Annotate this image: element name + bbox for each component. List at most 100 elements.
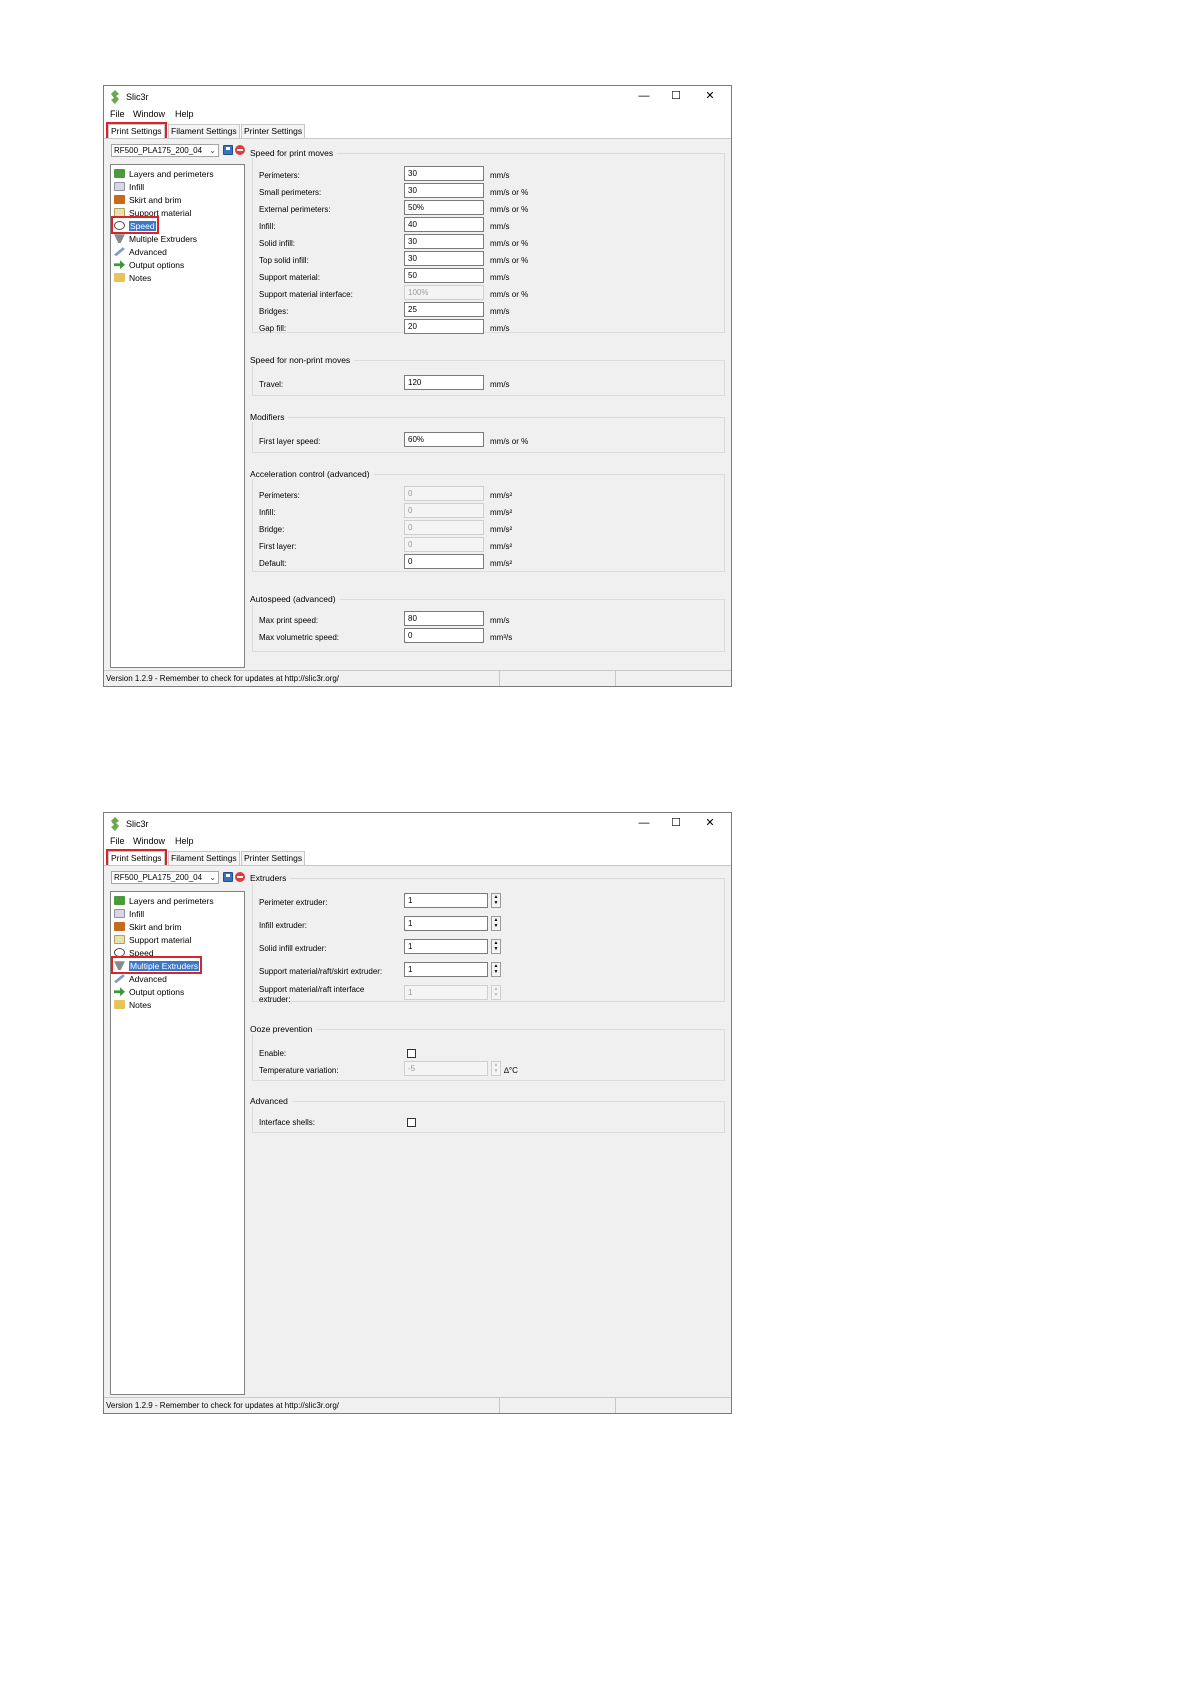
- extruders-icon: [114, 961, 125, 971]
- travel-speed-input[interactable]: 120: [404, 375, 484, 390]
- group-modifiers: [252, 417, 725, 453]
- tree-item-skirt-brim[interactable]: Skirt and brim: [114, 193, 181, 205]
- tree-item-layers-perimeters[interactable]: Layers and perimeters: [114, 894, 214, 906]
- preset-select[interactable]: RF500_PLA175_200_04 ⌄: [111, 871, 219, 884]
- tree-item-advanced[interactable]: Advanced: [114, 245, 167, 257]
- bridge-accel-input: 0: [404, 520, 484, 535]
- first-layer-accel-input: 0: [404, 537, 484, 552]
- bridges-speed-input[interactable]: 25: [404, 302, 484, 317]
- close-button[interactable]: ✕: [695, 815, 725, 831]
- tab-print-settings[interactable]: Print Settings: [106, 849, 167, 867]
- save-preset-icon[interactable]: [223, 872, 233, 882]
- interface-shells-checkbox[interactable]: [407, 1118, 416, 1127]
- tree-item-multiple-extruders[interactable]: Multiple Extruders: [114, 232, 197, 244]
- field-label: External perimeters:: [259, 205, 331, 214]
- slic3r-logo-icon: [111, 817, 119, 831]
- tree-item-infill[interactable]: Infill: [114, 907, 144, 919]
- temperature-variation-input: -5: [404, 1061, 488, 1076]
- tree-item-output-options[interactable]: Output options: [114, 258, 184, 270]
- tab-bar: Print Settings Filament Settings Printer…: [104, 122, 731, 140]
- max-volumetric-speed-input[interactable]: 0: [404, 628, 484, 643]
- tree-item-notes[interactable]: Notes: [114, 998, 151, 1010]
- spin-arrows-icon[interactable]: ▲ ▼: [491, 893, 501, 908]
- field-unit: mm/s²: [490, 491, 513, 500]
- field-unit: mm/s or %: [490, 239, 529, 248]
- speed-icon: [114, 221, 125, 231]
- field-label: Infill:: [259, 222, 276, 231]
- tree-item-infill[interactable]: Infill: [114, 180, 144, 192]
- status-separator: [615, 671, 616, 686]
- default-accel-input[interactable]: 0: [404, 554, 484, 569]
- perimeter-extruder-input[interactable]: 1: [404, 893, 488, 908]
- infill-icon: [114, 909, 125, 919]
- spin-arrows-icon[interactable]: ▲ ▼: [491, 962, 501, 977]
- spin-arrows-icon[interactable]: ▲ ▼: [491, 939, 501, 954]
- gap-fill-speed-input[interactable]: 20: [404, 319, 484, 334]
- tab-printer-settings[interactable]: Printer Settings: [241, 851, 306, 865]
- small-perimeters-speed-input[interactable]: 30: [404, 183, 484, 198]
- tree-item-speed[interactable]: Speed: [111, 216, 159, 234]
- output-options-icon: [114, 260, 125, 270]
- minimize-button[interactable]: —: [629, 815, 659, 831]
- infill-speed-input[interactable]: 40: [404, 217, 484, 232]
- tree-item-advanced[interactable]: Advanced: [114, 972, 167, 984]
- tab-printer-settings[interactable]: Printer Settings: [241, 124, 306, 138]
- group-title-acceleration: Acceleration control (advanced): [250, 469, 374, 479]
- menu-help[interactable]: Help: [175, 109, 194, 119]
- tree-item-notes[interactable]: Notes: [114, 271, 151, 283]
- field-label: Top solid infill:: [259, 256, 309, 265]
- group-advanced: [252, 1101, 725, 1133]
- close-button[interactable]: ✕: [695, 88, 725, 104]
- spin-arrows-icon[interactable]: ▲ ▼: [491, 916, 501, 931]
- support-material-icon: [114, 935, 125, 945]
- save-preset-icon[interactable]: [223, 145, 233, 155]
- infill-icon: [114, 182, 125, 192]
- support-extruder-input[interactable]: 1: [404, 962, 488, 977]
- window-title: Slic3r: [126, 92, 149, 102]
- support-interface-extruder-input: 1: [404, 985, 488, 1000]
- group-title-autospeed: Autospeed (advanced): [250, 594, 340, 604]
- max-print-speed-input[interactable]: 80: [404, 611, 484, 626]
- menu-help[interactable]: Help: [175, 836, 194, 846]
- group-title-ooze: Ooze prevention: [250, 1024, 317, 1034]
- field-unit: mm/s²: [490, 559, 513, 568]
- menu-window[interactable]: Window: [133, 836, 165, 846]
- support-material-speed-input[interactable]: 50: [404, 268, 484, 283]
- field-label: Enable:: [259, 1049, 287, 1058]
- tree-item-speed[interactable]: Speed: [114, 946, 154, 958]
- tree-item-output-options[interactable]: Output options: [114, 985, 184, 997]
- tree-item-support-material[interactable]: Support material: [114, 206, 191, 218]
- menu-file[interactable]: File: [110, 836, 125, 846]
- tab-filament-settings[interactable]: Filament Settings: [168, 124, 240, 138]
- spin-arrows-icon: ▲ ▼: [491, 985, 501, 1000]
- delete-preset-icon[interactable]: [235, 872, 245, 882]
- top-solid-infill-speed-input[interactable]: 30: [404, 251, 484, 266]
- solid-infill-extruder-input[interactable]: 1: [404, 939, 488, 954]
- first-layer-speed-input[interactable]: 60%: [404, 432, 484, 447]
- menu-window[interactable]: Window: [133, 109, 165, 119]
- advanced-icon: [114, 974, 125, 984]
- perimeters-accel-input: 0: [404, 486, 484, 501]
- maximize-button[interactable]: ☐: [661, 815, 691, 831]
- tree-item-layers-perimeters[interactable]: Layers and perimeters: [114, 167, 214, 179]
- perimeters-speed-input[interactable]: 30: [404, 166, 484, 181]
- extruders-icon: [114, 234, 125, 244]
- preset-select[interactable]: RF500_PLA175_200_04 ⌄: [111, 144, 219, 157]
- tree-item-support-material[interactable]: Support material: [114, 933, 191, 945]
- tab-print-settings[interactable]: Print Settings: [106, 122, 167, 140]
- external-perimeters-speed-input[interactable]: 50%: [404, 200, 484, 215]
- title-bar: Slic3r — ☐ ✕: [104, 86, 731, 108]
- tree-item-multiple-extruders[interactable]: Multiple Extruders: [110, 956, 203, 974]
- menu-file[interactable]: File: [110, 109, 125, 119]
- field-label: Max volumetric speed:: [259, 633, 340, 642]
- minimize-button[interactable]: —: [629, 88, 659, 104]
- window-title: Slic3r: [126, 819, 149, 829]
- tree-item-skirt-brim[interactable]: Skirt and brim: [114, 920, 181, 932]
- field-label: Infill:: [259, 508, 276, 517]
- infill-extruder-input[interactable]: 1: [404, 916, 488, 931]
- maximize-button[interactable]: ☐: [661, 88, 691, 104]
- ooze-enable-checkbox[interactable]: [407, 1049, 416, 1058]
- delete-preset-icon[interactable]: [235, 145, 245, 155]
- solid-infill-speed-input[interactable]: 30: [404, 234, 484, 249]
- tab-filament-settings[interactable]: Filament Settings: [168, 851, 240, 865]
